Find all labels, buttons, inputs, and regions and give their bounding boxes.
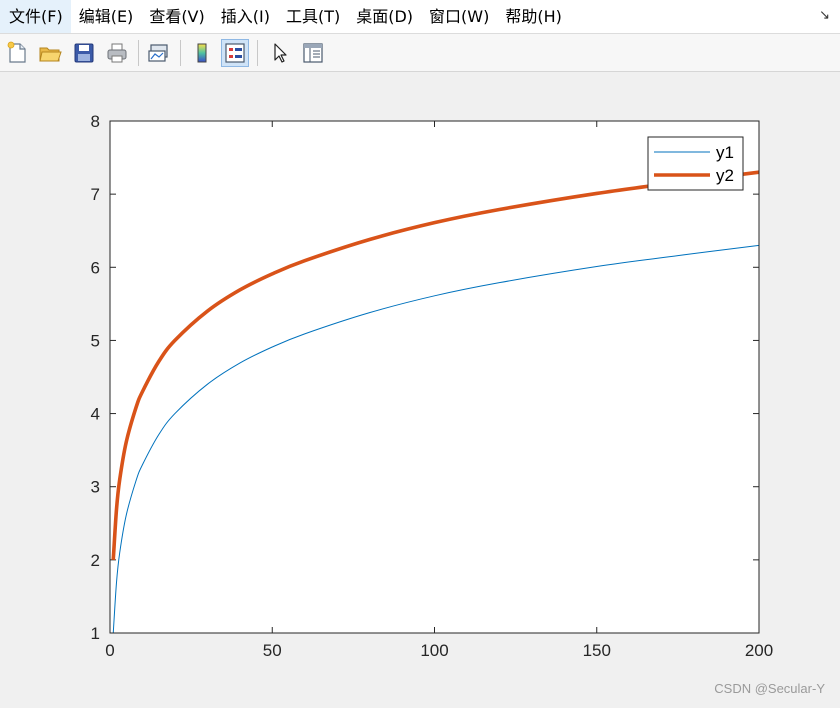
- axes-background: [110, 121, 759, 633]
- toolbar-separator: [257, 40, 258, 66]
- insert-colorbar-button[interactable]: [188, 39, 216, 67]
- new-figure-button[interactable]: [3, 39, 31, 67]
- link-plot-icon: [148, 44, 168, 62]
- watermark-text: CSDN @Secular-Y: [714, 681, 825, 696]
- x-tick-label: 150: [583, 641, 611, 660]
- y-tick-label: 8: [91, 112, 100, 131]
- legend-label-y2: y2: [716, 166, 734, 185]
- legend-label-y1: y1: [716, 143, 734, 162]
- menu-file[interactable]: 文件(F): [0, 0, 71, 33]
- property-inspector-button[interactable]: [299, 39, 327, 67]
- link-plot-button[interactable]: [145, 39, 173, 67]
- menu-bar: 文件(F) 编辑(E) 查看(V) 插入(I) 工具(T) 桌面(D) 窗口(W…: [0, 0, 840, 33]
- x-tick-label: 200: [745, 641, 773, 660]
- open-file-icon: [39, 47, 62, 62]
- insert-colorbar-icon: [197, 43, 207, 63]
- x-tick-labels: 0 50 100 150 200: [105, 641, 773, 660]
- y-tick-label: 3: [91, 478, 100, 497]
- new-figure-icon: [7, 41, 26, 63]
- y-tick-labels: 1 2 3 4 5 6 7 8: [91, 112, 100, 643]
- y-tick-label: 4: [91, 405, 100, 424]
- figure-toolbar: [0, 33, 840, 72]
- y-tick-label: 5: [91, 331, 100, 350]
- x-tick-label: 100: [420, 641, 448, 660]
- save-button[interactable]: [70, 39, 98, 67]
- figure-canvas: 0 50 100 150 200 12345678 y1 y2: [0, 72, 840, 704]
- x-tick-label: 50: [263, 641, 282, 660]
- menu-window[interactable]: 窗口(W): [421, 0, 497, 33]
- menu-view[interactable]: 查看(V): [141, 0, 212, 33]
- line-chart[interactable]: 0 50 100 150 200 12345678 y1y2: [0, 72, 840, 704]
- toolbar-separator: [138, 40, 139, 66]
- insert-legend-icon: [225, 43, 245, 63]
- menu-edit[interactable]: 编辑(E): [71, 0, 142, 33]
- print-icon: [107, 43, 127, 63]
- insert-legend-button[interactable]: [221, 39, 249, 67]
- edit-plot-arrow-icon: [274, 43, 287, 63]
- toolbar-separator: [180, 40, 181, 66]
- menu-desktop[interactable]: 桌面(D): [348, 0, 421, 33]
- print-button[interactable]: [103, 39, 131, 67]
- y-tick-label: 2: [91, 551, 100, 570]
- edit-plot-button[interactable]: [265, 39, 293, 67]
- y-tick-label: 7: [91, 185, 100, 204]
- save-icon: [74, 43, 94, 63]
- property-inspector-icon: [303, 43, 323, 63]
- y-tick-label: 6: [91, 258, 100, 277]
- legend[interactable]: y1y2: [647, 136, 744, 191]
- x-tick-label: 0: [105, 641, 114, 660]
- y-tick-label: 1: [91, 624, 100, 643]
- open-file-button[interactable]: [36, 39, 64, 67]
- menu-insert[interactable]: 插入(I): [213, 0, 278, 33]
- dock-arrow-icon[interactable]: ↘: [819, 8, 830, 23]
- menu-tools[interactable]: 工具(T): [278, 0, 348, 33]
- menu-help[interactable]: 帮助(H): [497, 0, 570, 33]
